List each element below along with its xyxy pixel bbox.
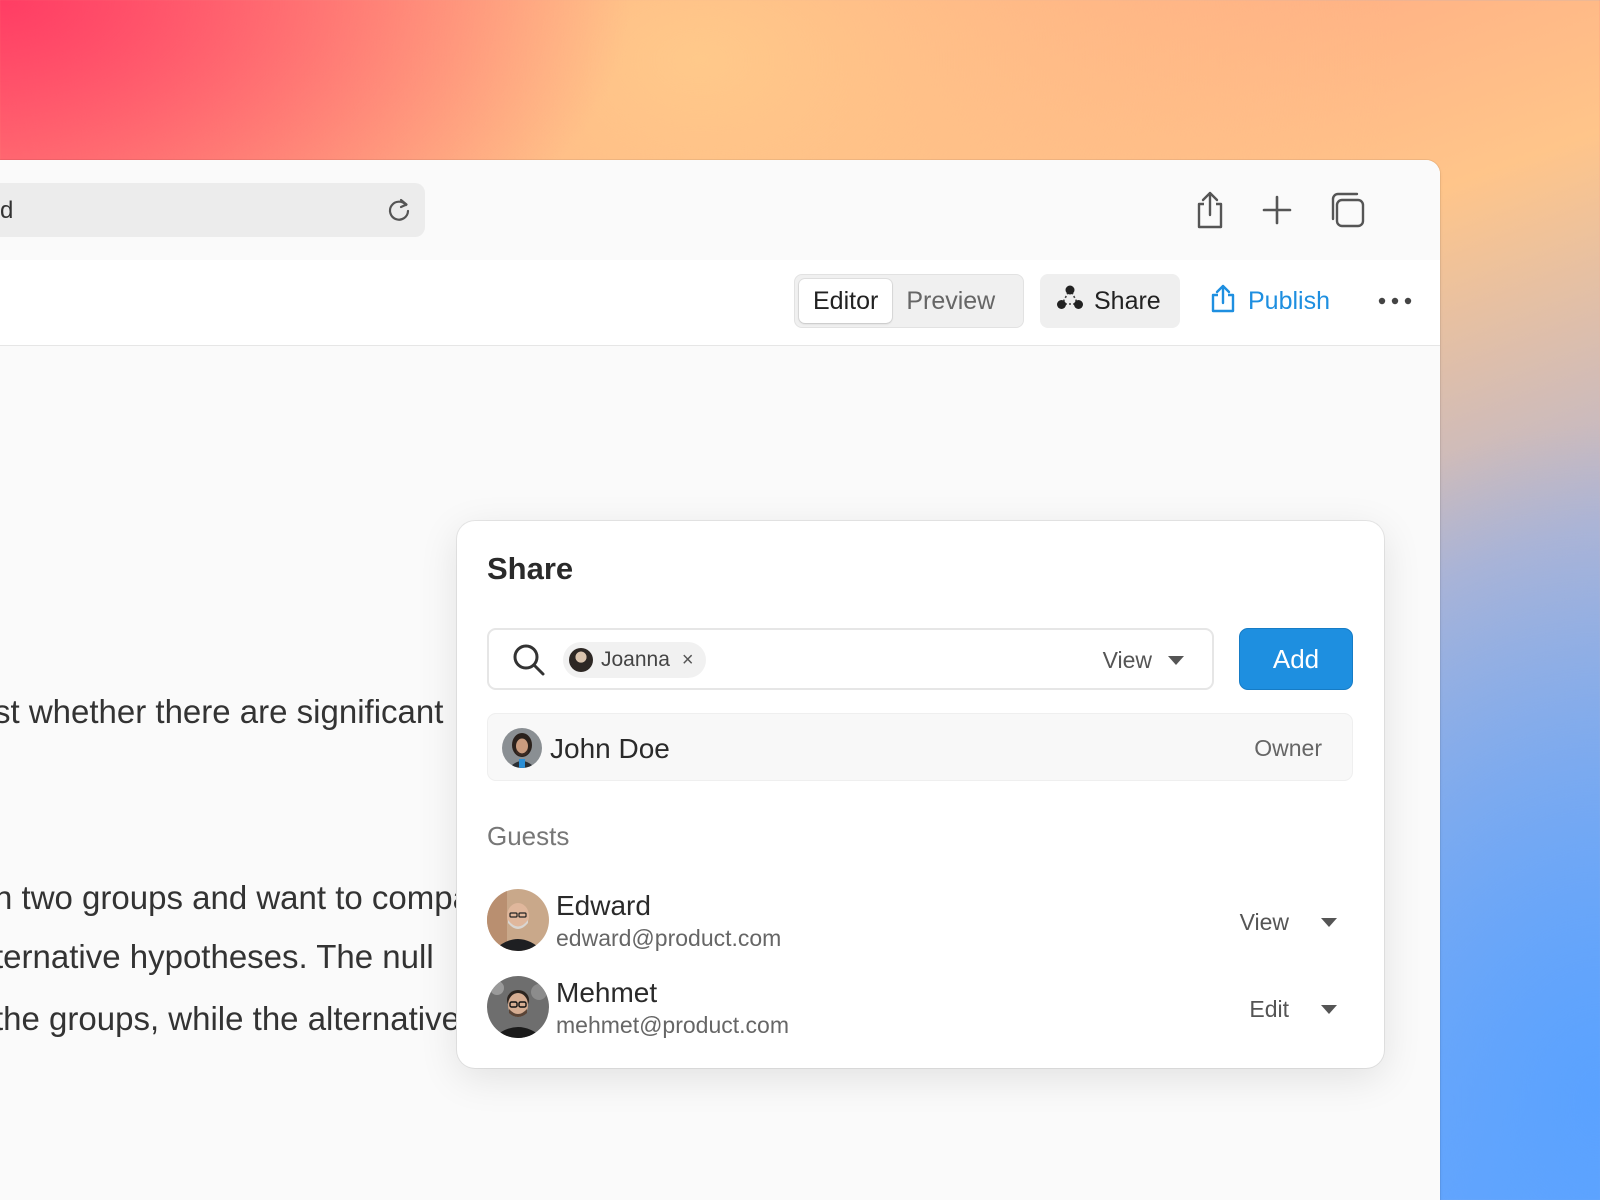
- share-popover-title: Share: [487, 551, 574, 586]
- guest-email: mehmet@product.com: [556, 1012, 789, 1038]
- guest-permission-select[interactable]: View: [1240, 909, 1337, 936]
- share-popover: Share Joanna × View Add John Doe Owner G…: [457, 521, 1384, 1068]
- browser-chrome: d: [0, 160, 1440, 260]
- guest-permission-select[interactable]: Edit: [1249, 996, 1337, 1023]
- tabs-icon[interactable]: [1325, 188, 1369, 232]
- guest-name: Edward: [556, 890, 651, 921]
- invitee-chip-name: Joanna: [601, 648, 670, 671]
- guest-row: Mehmet mehmet@product.com Edit: [487, 976, 1353, 1038]
- avatar: [487, 889, 549, 951]
- invitee-chip: Joanna ×: [563, 642, 706, 678]
- guest-email: edward@product.com: [556, 925, 782, 951]
- share-button[interactable]: Share: [1040, 274, 1180, 328]
- editor-toolbar: Editor Preview Share Publish: [0, 260, 1440, 346]
- editor-tab[interactable]: Editor: [799, 279, 893, 323]
- document-line: ternative hypotheses. The null: [0, 938, 434, 975]
- browser-window: d Editor Preview Share Publish st whethe…: [0, 160, 1440, 1200]
- more-options-icon[interactable]: [1375, 274, 1415, 328]
- mode-toggle: Editor Preview: [794, 274, 1024, 328]
- chevron-down-icon: [1321, 918, 1337, 927]
- owner-role: Owner: [1254, 735, 1322, 761]
- share-icon[interactable]: [1188, 188, 1232, 232]
- reload-icon[interactable]: [385, 196, 413, 224]
- plus-icon[interactable]: [1255, 188, 1299, 232]
- people-icon: [1056, 284, 1084, 319]
- guest-row: Edward edward@product.com View: [487, 889, 1353, 951]
- invite-permission-value: View: [1102, 646, 1152, 673]
- guest-permission-value: View: [1239, 909, 1289, 935]
- chip-remove-icon[interactable]: ×: [682, 649, 694, 672]
- publish-button[interactable]: Publish: [1208, 274, 1330, 328]
- preview-tab[interactable]: Preview: [892, 279, 1009, 323]
- address-text: d: [0, 197, 14, 224]
- avatar: [569, 648, 593, 672]
- guests-heading: Guests: [487, 821, 570, 851]
- owner-name: John Doe: [550, 733, 670, 764]
- share-button-label: Share: [1094, 286, 1161, 315]
- add-button[interactable]: Add: [1239, 628, 1353, 690]
- upload-icon: [1208, 283, 1238, 320]
- guest-permission-value: Edit: [1249, 996, 1289, 1022]
- search-icon: [511, 642, 547, 678]
- publish-button-label: Publish: [1248, 286, 1330, 315]
- chevron-down-icon: [1321, 1005, 1337, 1014]
- document-line: n two groups and want to compare: [0, 879, 501, 916]
- document-line: st whether there are significant: [0, 693, 444, 730]
- avatar: [502, 728, 542, 768]
- document-line: the groups, while the alternative: [0, 1000, 460, 1037]
- invite-permission-select[interactable]: View: [1103, 644, 1184, 676]
- owner-row: John Doe Owner: [487, 713, 1353, 781]
- avatar: [487, 976, 549, 1038]
- guest-name: Mehmet: [556, 977, 658, 1008]
- chevron-down-icon: [1168, 655, 1184, 665]
- invite-search-input[interactable]: Joanna × View: [487, 628, 1214, 690]
- address-bar[interactable]: d: [0, 183, 425, 237]
